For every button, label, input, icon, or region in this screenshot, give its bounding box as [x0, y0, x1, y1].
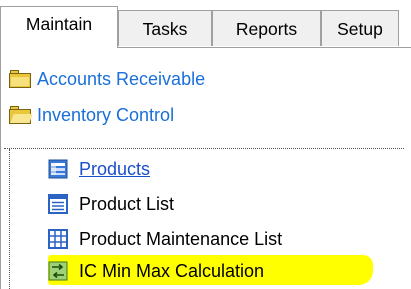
folder-icon — [9, 70, 31, 88]
tree-item-label: Products — [79, 159, 151, 179]
tab-maintain[interactable]: Maintain — [0, 6, 118, 48]
tree-item-product-maintenance-list[interactable]: Product Maintenance List — [0, 222, 411, 256]
navigation-tree: Accounts Receivable Inventory Control Pr… — [0, 48, 411, 289]
tree-folder-inventory-control[interactable]: Inventory Control — [0, 98, 411, 132]
folder-open-icon — [9, 106, 33, 124]
form-icon — [48, 159, 68, 179]
tree-folder-label: Accounts Receivable — [37, 69, 206, 89]
tree-item-products[interactable]: Products — [0, 152, 411, 186]
list-icon — [48, 194, 68, 214]
tab-setup[interactable]: Setup — [321, 10, 399, 46]
tab-reports[interactable]: Reports — [212, 10, 321, 46]
tree-separator — [4, 148, 404, 149]
tree-item-ic-min-max-calculation[interactable]: IC Min Max Calculation — [0, 254, 411, 288]
tree-item-product-list[interactable]: Product List — [0, 187, 411, 221]
tree-folder-accounts-receivable[interactable]: Accounts Receivable — [0, 62, 411, 96]
tree-folder-label: Inventory Control — [37, 105, 175, 125]
tab-strip: Maintain Tasks Reports Setup — [0, 0, 411, 48]
tab-tasks[interactable]: Tasks — [118, 10, 212, 46]
grid-icon — [48, 229, 68, 249]
tree-item-label: Product List — [79, 194, 175, 214]
calculation-icon — [48, 261, 68, 281]
tree-item-label: Product Maintenance List — [79, 229, 283, 249]
tree-item-label: IC Min Max Calculation — [79, 261, 265, 281]
